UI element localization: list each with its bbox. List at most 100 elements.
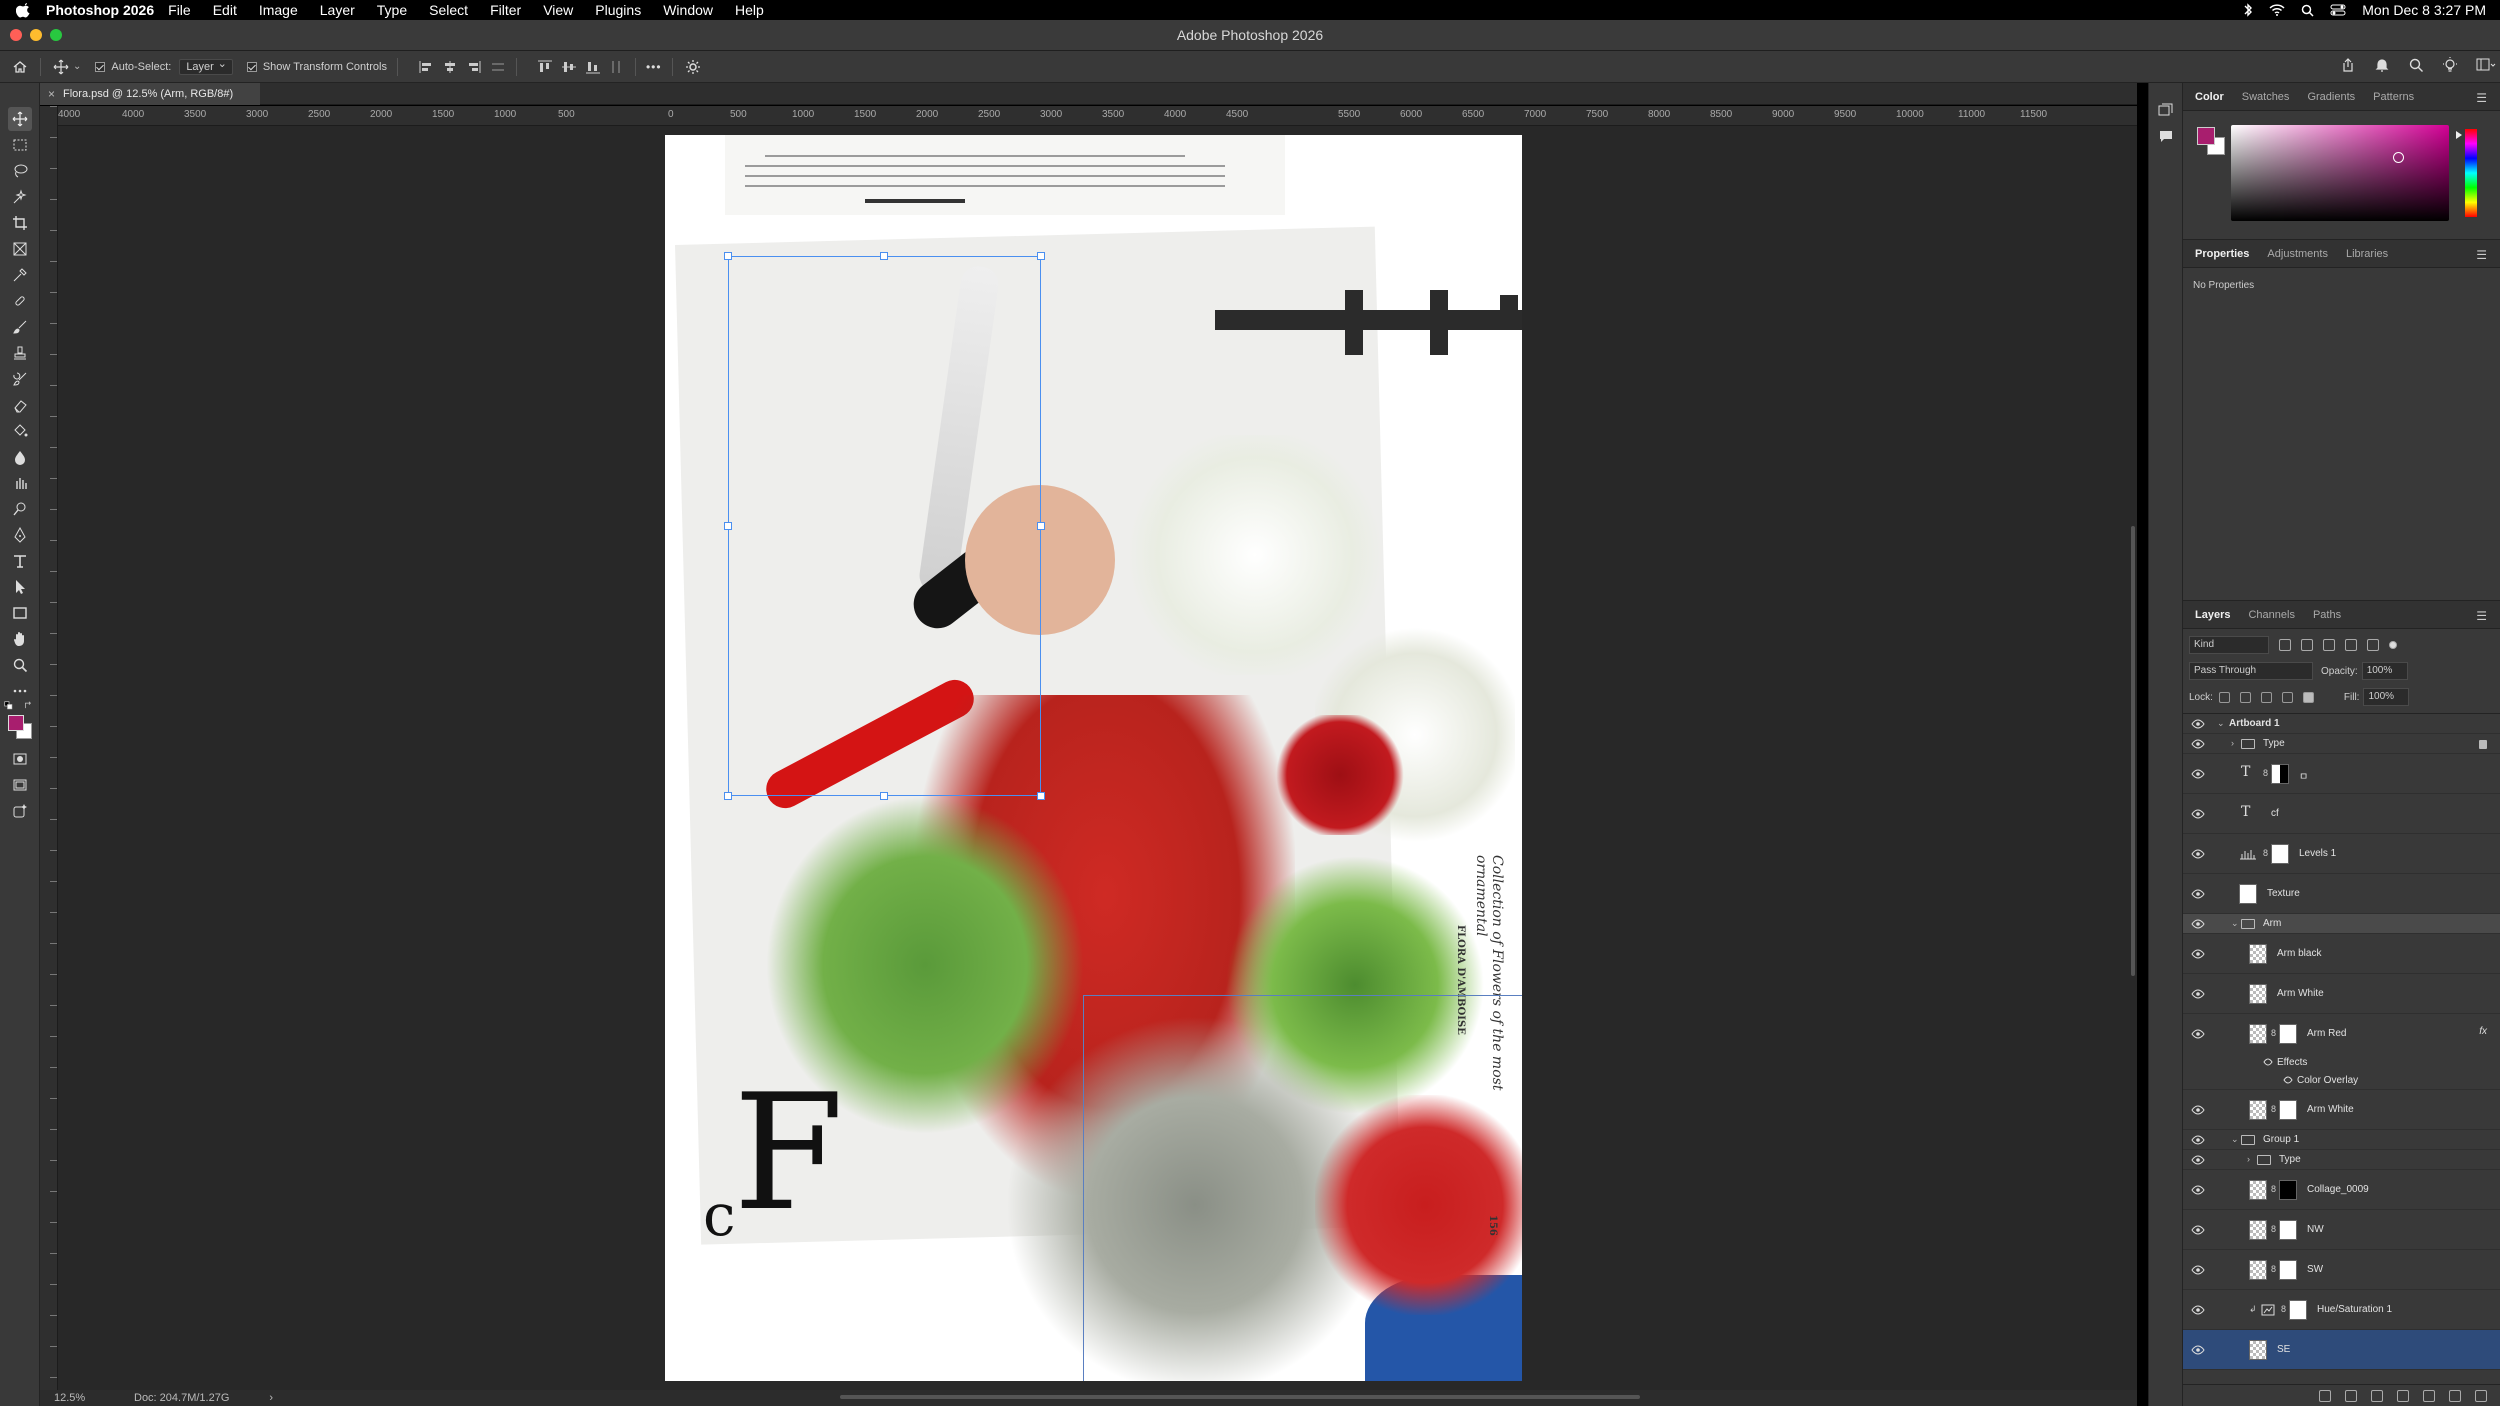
brush-tool-icon[interactable] xyxy=(8,315,32,339)
tab-properties[interactable]: Properties xyxy=(2195,248,2249,260)
share-icon[interactable] xyxy=(2340,57,2356,73)
layer-row[interactable]: ⌄ Arm xyxy=(2183,914,2500,934)
default-colors-icon[interactable] xyxy=(2,699,16,713)
collapse-chevron-icon[interactable]: › xyxy=(2247,1154,2250,1164)
menu-view[interactable]: View xyxy=(543,2,573,18)
menu-select[interactable]: Select xyxy=(429,2,468,18)
artboard-canvas[interactable]: F c Collection of Flowers of the most or… xyxy=(665,135,1522,1381)
transform-handle[interactable] xyxy=(724,522,732,530)
more-options-icon[interactable]: ••• xyxy=(646,60,662,74)
tab-layers[interactable]: Layers xyxy=(2195,609,2230,621)
layer-thumbnail[interactable] xyxy=(2249,1100,2267,1120)
home-icon[interactable] xyxy=(10,57,30,77)
workspace-switcher-icon[interactable] xyxy=(2476,57,2496,73)
minimize-window-button[interactable] xyxy=(30,29,42,41)
transform-handle[interactable] xyxy=(1037,522,1045,530)
layer-row[interactable]: 8 NW xyxy=(2183,1210,2500,1250)
layer-thumbnail[interactable] xyxy=(2249,1340,2267,1360)
layer-row[interactable]: › Type xyxy=(2183,734,2500,754)
horizontal-ruler[interactable]: 4000 4000 3500 3000 2500 2000 1500 1000 … xyxy=(58,106,2137,126)
gear-icon[interactable] xyxy=(683,57,703,77)
collapse-chevron-icon[interactable]: › xyxy=(2231,738,2234,748)
menubar-clock[interactable]: Mon Dec 8 3:27 PM xyxy=(2362,2,2486,18)
hue-slider[interactable] xyxy=(2465,129,2477,217)
filter-adjustment-icon[interactable] xyxy=(2301,639,2313,651)
layer-row[interactable]: Arm black xyxy=(2183,934,2500,974)
bluetooth-icon[interactable] xyxy=(2243,3,2253,17)
layer-row[interactable]: 8 Arm White xyxy=(2183,1090,2500,1130)
distribute-vertical-icon[interactable] xyxy=(609,60,625,74)
scrollbar-thumb[interactable] xyxy=(2131,526,2135,976)
lock-transparent-pixels-icon[interactable] xyxy=(2218,691,2230,703)
link-chain-icon[interactable]: 8 xyxy=(2271,1184,2276,1194)
apple-icon[interactable] xyxy=(16,2,32,18)
color-picker-field[interactable] xyxy=(2231,125,2449,221)
crop-tool-icon[interactable] xyxy=(8,211,32,235)
tab-paths[interactable]: Paths xyxy=(2313,609,2341,621)
menu-layer[interactable]: Layer xyxy=(320,2,355,18)
discover-lightbulb-icon[interactable] xyxy=(2442,57,2458,73)
filter-smart-object-icon[interactable] xyxy=(2367,639,2379,651)
document-size-info[interactable]: Doc: 204.7M/1.27G xyxy=(134,1392,229,1404)
panel-menu-icon[interactable]: ☰ xyxy=(2476,248,2487,262)
move-tool-icon[interactable] xyxy=(8,107,32,131)
layer-mask-thumbnail[interactable] xyxy=(2279,1220,2297,1240)
link-chain-icon[interactable]: 8 xyxy=(2271,1028,2276,1038)
object-selection-tool-icon[interactable] xyxy=(8,185,32,209)
blur-tool-icon[interactable] xyxy=(8,445,32,469)
layer-thumbnail[interactable] xyxy=(2249,1260,2267,1280)
horizontal-scrollbar-thumb[interactable] xyxy=(840,1395,1640,1399)
rectangle-tool-icon[interactable] xyxy=(8,601,32,625)
eraser-tool-icon[interactable] xyxy=(8,393,32,417)
zoom-level-field[interactable]: 12.5% xyxy=(54,1392,114,1404)
status-menu-arrow-icon[interactable]: › xyxy=(269,1392,273,1404)
wifi-icon[interactable] xyxy=(2269,4,2285,16)
layer-row[interactable]: T 8 ㅁ xyxy=(2183,754,2500,794)
fill-field[interactable]: 100% xyxy=(2363,688,2410,706)
menu-edit[interactable]: Edit xyxy=(213,2,237,18)
transform-handle[interactable] xyxy=(724,792,732,800)
transform-handle[interactable] xyxy=(1037,252,1045,260)
menu-type[interactable]: Type xyxy=(377,2,407,18)
add-layer-style-icon[interactable] xyxy=(2345,1389,2357,1402)
layer-mask-thumbnail[interactable] xyxy=(2279,1100,2297,1120)
add-mask-icon[interactable] xyxy=(2371,1389,2383,1402)
menu-window[interactable]: Window xyxy=(663,2,713,18)
notifications-bell-icon[interactable] xyxy=(2374,57,2390,73)
menu-filter[interactable]: Filter xyxy=(490,2,521,18)
transform-handle[interactable] xyxy=(880,252,888,260)
healing-brush-tool-icon[interactable] xyxy=(8,289,32,313)
zoom-tool-icon[interactable] xyxy=(8,653,32,677)
chevron-down-icon[interactable]: ⌄ xyxy=(73,61,81,72)
link-chain-icon[interactable]: 8 xyxy=(2271,1104,2276,1114)
visibility-eye-icon[interactable] xyxy=(2191,809,2205,819)
layer-row[interactable]: 8 Collage_0009 xyxy=(2183,1170,2500,1210)
visibility-eye-icon[interactable] xyxy=(2191,1135,2205,1145)
visibility-eye-icon[interactable] xyxy=(2191,1185,2205,1195)
swap-colors-icon[interactable] xyxy=(22,699,36,713)
tab-patterns[interactable]: Patterns xyxy=(2373,91,2414,103)
pen-tool-icon[interactable] xyxy=(8,523,32,547)
app-menu[interactable]: Photoshop 2026 xyxy=(46,2,154,18)
align-horizontal-centers-icon[interactable] xyxy=(442,60,458,74)
vertical-scrollbar[interactable] xyxy=(2129,126,2137,1390)
tab-gradients[interactable]: Gradients xyxy=(2307,91,2355,103)
show-transform-controls-checkbox[interactable]: Show Transform Controls xyxy=(246,61,387,73)
visibility-eye-icon[interactable] xyxy=(2191,1105,2205,1115)
canvas-workspace[interactable]: F c Collection of Flowers of the most or… xyxy=(58,126,2129,1390)
layer-row[interactable]: Texture xyxy=(2183,874,2500,914)
delete-layer-icon[interactable] xyxy=(2475,1389,2487,1402)
layer-row[interactable]: SE xyxy=(2183,1330,2500,1370)
new-layer-icon[interactable] xyxy=(2449,1389,2461,1402)
visibility-eye-icon[interactable] xyxy=(2191,989,2205,999)
layer-thumbnail[interactable] xyxy=(2249,1180,2267,1200)
link-chain-icon[interactable]: 8 xyxy=(2263,768,2268,778)
link-chain-icon[interactable]: 8 xyxy=(2271,1264,2276,1274)
layer-thumbnail[interactable] xyxy=(2239,884,2257,904)
visibility-eye-icon[interactable] xyxy=(2191,739,2205,749)
blend-mode-dropdown[interactable]: Pass Through xyxy=(2189,662,2313,680)
transform-handle[interactable] xyxy=(1037,792,1045,800)
align-bottom-edges-icon[interactable] xyxy=(585,60,601,74)
layer-mask-thumbnail[interactable] xyxy=(2279,1260,2297,1280)
transform-handle[interactable] xyxy=(880,792,888,800)
